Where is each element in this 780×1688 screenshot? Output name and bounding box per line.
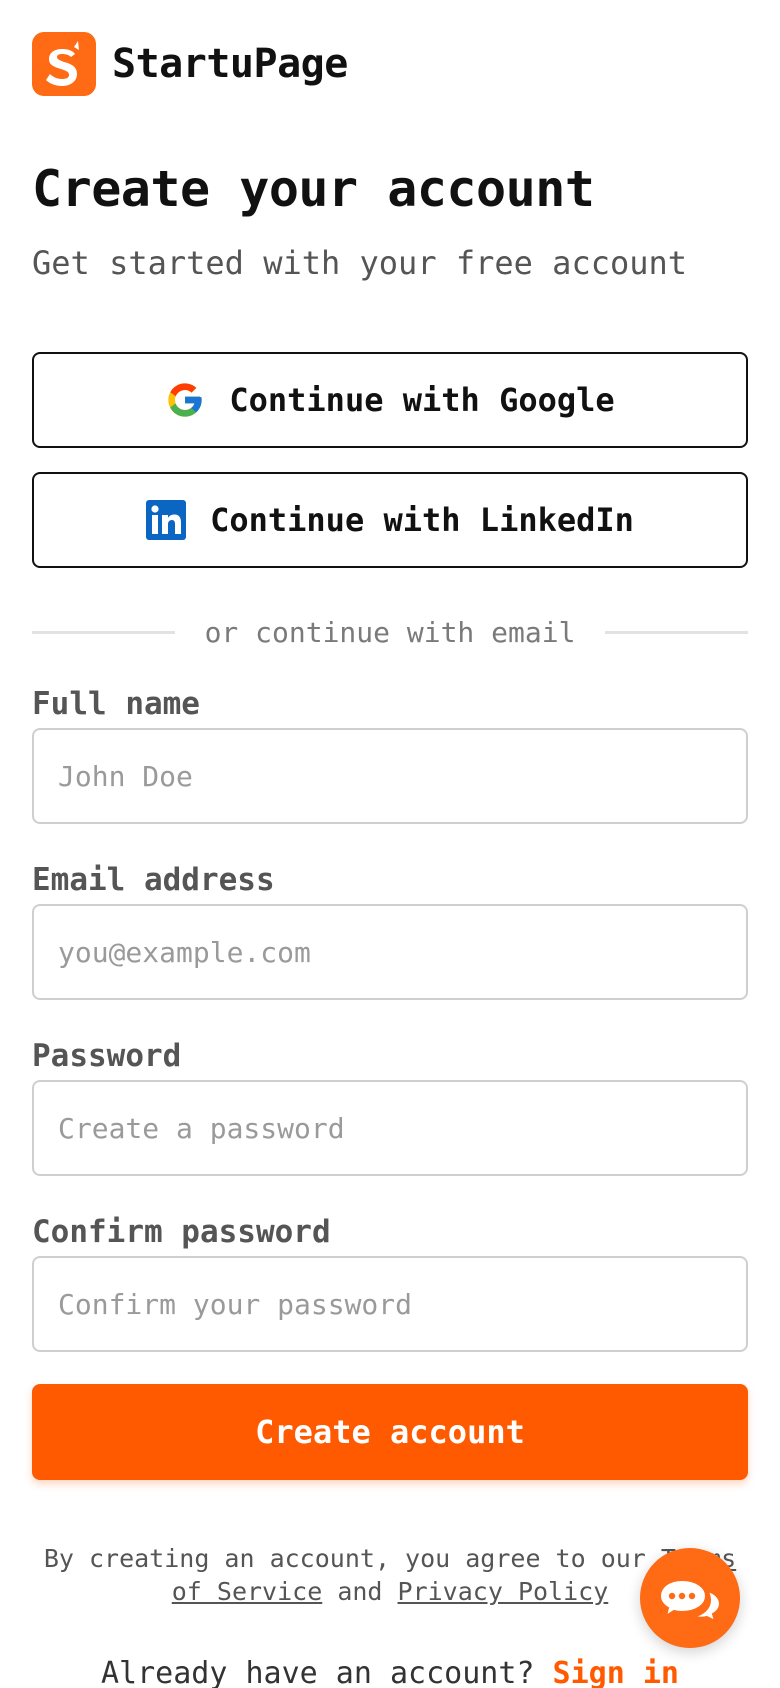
- divider-text: or continue with email: [204, 615, 576, 649]
- privacy-link[interactable]: Privacy Policy: [398, 1577, 609, 1606]
- signin-prompt-text: Already have an account?: [101, 1656, 553, 1688]
- brand-logo-icon[interactable]: [32, 32, 96, 96]
- legal-prefix: By creating an account, you agree to our: [43, 1544, 661, 1573]
- linkedin-button-label: Continue with LinkedIn: [210, 501, 634, 539]
- full-name-label: Full name: [32, 686, 200, 722]
- legal-conjunction: and: [322, 1577, 398, 1606]
- google-icon: [168, 383, 203, 417]
- signin-prompt: Already have an account? Sign in: [32, 1656, 748, 1688]
- page-subtitle: Get started with your free account: [32, 244, 688, 282]
- logo-s-glyph: [46, 41, 79, 86]
- linkedin-icon: [146, 500, 187, 540]
- email-divider: or continue with email: [32, 612, 748, 652]
- google-signin-button[interactable]: Continue with Google: [32, 352, 748, 448]
- chat-button[interactable]: [640, 1548, 740, 1648]
- password-input[interactable]: [32, 1080, 748, 1176]
- chat-bubble-icon: [660, 1578, 720, 1623]
- password-label: Password: [32, 1038, 182, 1074]
- email-label: Email address: [32, 862, 275, 898]
- divider-line-left: [32, 630, 175, 634]
- page-title: Create your account: [32, 160, 595, 218]
- create-account-button[interactable]: Create account: [32, 1384, 748, 1480]
- signin-link[interactable]: Sign in: [553, 1656, 679, 1688]
- confirm-password-label: Confirm password: [32, 1214, 331, 1250]
- divider-line-right: [605, 630, 748, 634]
- brand-header: StartuPage: [32, 32, 348, 96]
- google-button-label: Continue with Google: [229, 381, 615, 419]
- confirm-password-input[interactable]: [32, 1256, 748, 1352]
- full-name-input[interactable]: [32, 728, 748, 824]
- linkedin-signin-button[interactable]: Continue with LinkedIn: [32, 472, 748, 568]
- email-input[interactable]: [32, 904, 748, 1000]
- brand-name: StartuPage: [112, 41, 348, 87]
